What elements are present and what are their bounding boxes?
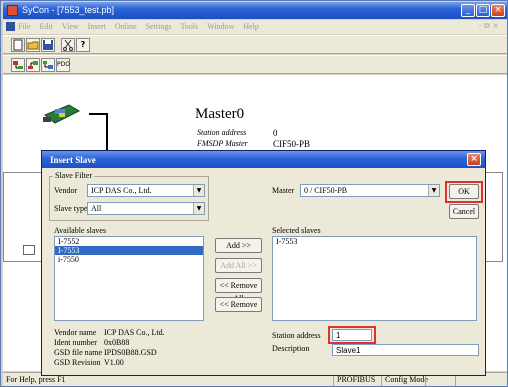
dialog-close-button[interactable]: × bbox=[467, 153, 481, 166]
pdo-button[interactable]: PDO bbox=[56, 58, 70, 72]
menu-insert[interactable]: Insert bbox=[88, 22, 106, 31]
master-connector bbox=[89, 113, 107, 115]
app-icon[interactable] bbox=[7, 5, 18, 16]
help-icon[interactable]: ? bbox=[76, 38, 90, 52]
master-label: Master bbox=[272, 186, 295, 195]
selected-slaves-list[interactable]: I-7553 bbox=[272, 236, 477, 321]
cut-icon[interactable] bbox=[61, 38, 75, 52]
window-title: SyCon - [7553_test.pb] bbox=[22, 5, 115, 15]
vendor-select[interactable]: ICP DAS Co., Ltd. ▼ bbox=[87, 184, 205, 197]
info-value: IPDS0B88.GSD bbox=[104, 348, 157, 357]
info-value: 0x0B88 bbox=[104, 338, 130, 347]
master-name: Master0 bbox=[195, 106, 245, 122]
close-button[interactable]: × bbox=[491, 4, 505, 17]
list-item[interactable]: I-7553 bbox=[273, 237, 476, 246]
station-address-value: 0 bbox=[273, 128, 278, 138]
insert-slave-icon[interactable] bbox=[26, 58, 40, 72]
description-label: Description bbox=[272, 344, 310, 353]
fmsdp-value: CIF50-PB bbox=[273, 139, 311, 149]
remove-button[interactable]: << Remove bbox=[215, 297, 262, 312]
info-label: GSD file name bbox=[54, 348, 102, 357]
chevron-down-icon[interactable]: ▼ bbox=[193, 203, 204, 214]
fmsdp-label: FMSDP Master bbox=[197, 139, 248, 148]
menu-online[interactable]: Online bbox=[115, 22, 137, 31]
insert-master-icon[interactable] bbox=[11, 58, 25, 72]
menu-tools[interactable]: Tools bbox=[180, 22, 198, 31]
info-label: Vendor name bbox=[54, 328, 97, 337]
chevron-down-icon[interactable]: ▼ bbox=[428, 185, 439, 196]
insert-slave-dialog: Insert Slave × Slave Filter Vendor ICP D… bbox=[41, 150, 486, 376]
add-all-button[interactable]: Add All >> bbox=[215, 258, 262, 273]
menu-edit[interactable]: Edit bbox=[39, 22, 52, 31]
available-slaves-list[interactable]: I-7552 I-7553 i-7550 bbox=[54, 236, 204, 321]
master-select[interactable]: 0 / CIF50-PB ▼ bbox=[300, 184, 440, 197]
mdi-controls[interactable]: - ⧉ × bbox=[479, 21, 499, 31]
document-icon[interactable] bbox=[6, 22, 15, 31]
dialog-title: Insert Slave bbox=[50, 155, 96, 165]
list-item-selected[interactable]: I-7553 bbox=[55, 246, 203, 255]
title-bar: SyCon - [7553_test.pb] _ □ × bbox=[3, 2, 507, 19]
add-button[interactable]: Add >> bbox=[215, 238, 262, 253]
dialog-title-bar: Insert Slave × bbox=[42, 151, 485, 168]
minimize-button[interactable]: _ bbox=[461, 4, 475, 17]
network-toolbar: PDO bbox=[3, 55, 507, 74]
open-folder-icon[interactable] bbox=[26, 38, 40, 52]
info-label: GSD Revision bbox=[54, 358, 101, 367]
list-item[interactable]: I-7552 bbox=[55, 237, 203, 246]
chevron-down-icon[interactable]: ▼ bbox=[193, 185, 204, 196]
remove-all-button[interactable]: << Remove All bbox=[215, 278, 262, 303]
menu-bar: File Edit View Insert Online Settings To… bbox=[3, 20, 507, 34]
menu-settings[interactable]: Settings bbox=[146, 22, 172, 31]
available-slaves-label: Available slaves bbox=[54, 226, 107, 235]
station-address-highlight-box bbox=[328, 326, 376, 344]
slave-placeholder bbox=[23, 245, 35, 255]
ok-highlight-box bbox=[445, 181, 483, 203]
vendor-select-value: ICP DAS Co., Ltd. bbox=[91, 186, 152, 195]
bus-line bbox=[106, 113, 108, 153]
menu-file[interactable]: File bbox=[18, 22, 30, 31]
station-address-label: Station address bbox=[197, 128, 247, 137]
slave-type-select-value: All bbox=[91, 204, 102, 213]
info-value: ICP DAS Co., Ltd. bbox=[104, 328, 165, 337]
menu-view[interactable]: View bbox=[62, 22, 79, 31]
selected-slaves-label: Selected slaves bbox=[272, 226, 321, 235]
standard-toolbar: ? bbox=[3, 35, 507, 54]
slave-type-select[interactable]: All ▼ bbox=[87, 202, 205, 215]
slave-type-label: Slave type bbox=[54, 204, 88, 213]
slave-filter-label: Slave Filter bbox=[53, 171, 95, 180]
menu-help[interactable]: Help bbox=[243, 22, 259, 31]
menu-window[interactable]: Window bbox=[207, 22, 234, 31]
bus-parameter-icon[interactable] bbox=[41, 58, 55, 72]
master-device-icon[interactable] bbox=[41, 101, 83, 127]
list-item[interactable]: i-7550 bbox=[55, 255, 203, 264]
info-value: V1.00 bbox=[104, 358, 124, 367]
cancel-button[interactable]: Cancel bbox=[449, 204, 479, 219]
new-file-icon[interactable] bbox=[11, 38, 25, 52]
station-address-label: Station address bbox=[272, 331, 321, 340]
master-select-value: 0 / CIF50-PB bbox=[304, 186, 348, 195]
vendor-label: Vendor bbox=[54, 186, 78, 195]
status-help-text: For Help, press F1 bbox=[6, 375, 66, 384]
description-input[interactable] bbox=[332, 344, 479, 356]
info-label: Ident number bbox=[54, 338, 97, 347]
save-icon[interactable] bbox=[41, 38, 55, 52]
maximize-button[interactable]: □ bbox=[476, 4, 490, 17]
